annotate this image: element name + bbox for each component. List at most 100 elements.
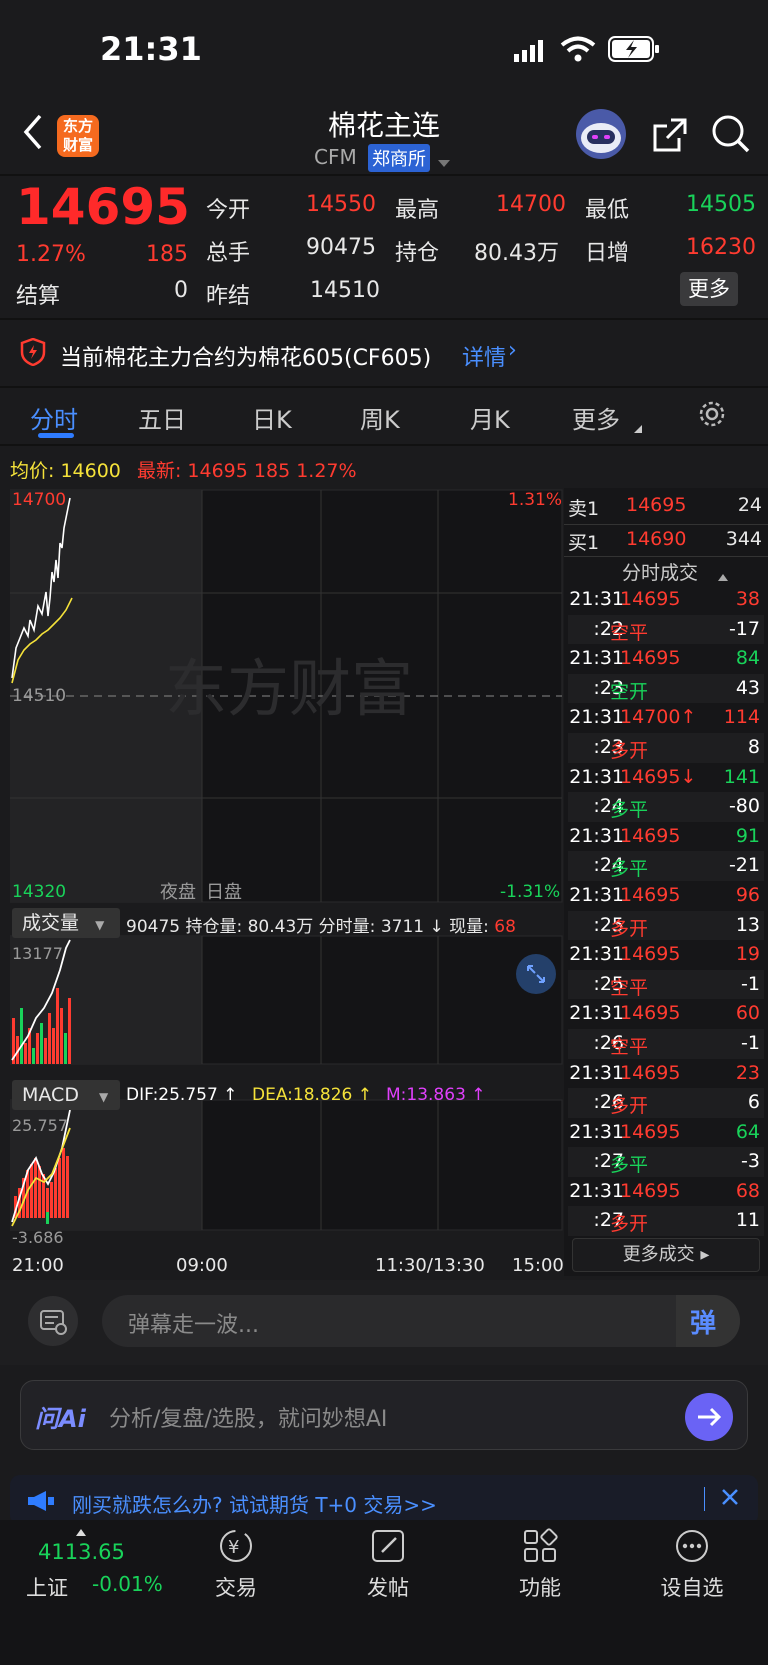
edit-icon: [370, 1528, 448, 1568]
trades-title[interactable]: 分时成交: [622, 558, 698, 585]
low-label: 最低: [585, 198, 630, 223]
nav-post[interactable]: 发帖: [328, 1528, 448, 1602]
tab-more[interactable]: 更多: [572, 400, 620, 435]
exchange-badge: 郑商所: [368, 144, 430, 172]
trade-time: 21:31: [569, 647, 624, 670]
oi-value: 80.43万: [474, 241, 559, 266]
trade-row: :25 多开 13: [568, 910, 764, 941]
settings-gear-icon[interactable]: [696, 398, 728, 434]
ai-logo: 问Ai: [35, 1405, 86, 1433]
trade-row: 21:31 14695 64: [568, 1118, 764, 1148]
svg-text:¥: ¥: [228, 1537, 239, 1558]
ai-send-icon[interactable]: [685, 1393, 733, 1441]
trade-time: 21:31: [569, 824, 624, 847]
caret-up-icon: [718, 566, 728, 585]
trade-row: :24 多平 -21: [568, 851, 764, 881]
tab-intraday[interactable]: 分时: [30, 400, 78, 435]
ask-volume: 24: [737, 494, 762, 516]
nav-watchlist-label: 设自选: [660, 1576, 724, 1600]
volume-max: 13177: [12, 944, 63, 963]
trade-row: 21:31 14695 91: [568, 822, 764, 852]
share-icon[interactable]: [651, 116, 689, 158]
trade-time: 21:31: [569, 943, 624, 966]
wifi-icon: [560, 36, 596, 66]
trade-volume: 96: [735, 883, 760, 906]
trade-row: :22 空平 -17: [568, 614, 764, 645]
tab-weekly-k[interactable]: 周K: [360, 400, 400, 435]
volume-indicator-select[interactable]: 成交量 ▼: [12, 908, 120, 938]
macd-top: 25.757: [12, 1116, 68, 1135]
last-price: 14695: [16, 178, 190, 236]
dropdown-icon: ▼: [95, 918, 105, 932]
battery-icon: [608, 36, 660, 66]
trade-volume: 23: [735, 1061, 760, 1084]
nav-trade[interactable]: ¥ 交易: [176, 1528, 296, 1602]
trade-price: 14695: [620, 588, 681, 610]
ai-input[interactable]: 问Ai 分析/复盘/选股，就问妙想AI: [20, 1380, 748, 1450]
trade-row: :23 多开 8: [568, 732, 764, 763]
trade-price: 空平: [610, 976, 649, 999]
danmu-placeholder: 弹幕走一波...: [128, 1313, 259, 1338]
nav-watchlist[interactable]: 设自选: [632, 1528, 752, 1602]
trade-price: 14695: [620, 1061, 681, 1084]
notice-bar[interactable]: 当前棉花主力合约为棉花605(CF605) 详情 ›: [0, 318, 768, 386]
more-trades-label: 更多成交: [622, 1244, 695, 1265]
dropdown-icon[interactable]: [438, 153, 450, 172]
close-icon[interactable]: [720, 1487, 740, 1511]
notice-detail-link[interactable]: 详情: [462, 340, 506, 372]
trade-volume: 68: [735, 1179, 760, 1202]
search-icon[interactable]: [711, 114, 751, 158]
high-value: 14700: [496, 192, 566, 217]
promo-banner[interactable]: 刚买就跌怎么办? 试试期货 T+0 交易>>: [10, 1475, 758, 1525]
macd-indicator-select[interactable]: MACD ▼: [12, 1080, 120, 1110]
trade-price: 多平: [610, 858, 649, 881]
divider: [564, 524, 768, 525]
latest-pct: 1.27%: [296, 460, 357, 482]
trade-volume: 38: [735, 588, 760, 610]
index-pct[interactable]: -0.01%: [92, 1572, 163, 1596]
settle-label: 结算: [16, 284, 61, 309]
more-trades-button[interactable]: 更多成交 ▸: [572, 1238, 760, 1272]
trade-volume: 60: [735, 1002, 760, 1025]
trade-row: :27 多平 -3: [568, 1147, 764, 1177]
prev-settle-value: 14510: [310, 278, 380, 303]
trade-volume: -1: [741, 1031, 760, 1054]
prev-settle-label: 昨结: [206, 284, 251, 309]
intraday-chart[interactable]: 东方财富: [10, 488, 563, 1283]
robot-avatar-icon[interactable]: [575, 108, 627, 164]
expand-icon[interactable]: [516, 954, 556, 994]
nav-functions[interactable]: 功能: [480, 1528, 600, 1602]
volume-info: 90475 持仓量: 80.43万 分时量: 3711 ↓ 现量: 68: [126, 912, 516, 937]
danmu-input[interactable]: 弹幕走一波... 弹: [102, 1295, 740, 1347]
tab-5day[interactable]: 五日: [138, 400, 186, 435]
open-label: 今开: [206, 198, 251, 223]
danmu-icon: 弹: [690, 1309, 717, 1339]
macd-bottom: -3.686: [12, 1228, 64, 1247]
trade-price: 多平: [610, 799, 649, 822]
trade-time: 21:31: [569, 765, 624, 788]
divider: [0, 174, 768, 176]
more-button[interactable]: 更多: [680, 272, 738, 306]
high-label: 最高: [395, 198, 440, 223]
promo-text: 刚买就跌怎么办? 试试期货 T+0 交易>>: [72, 1493, 437, 1517]
avg-value: 14600: [60, 460, 121, 482]
danmu-settings-icon[interactable]: [28, 1296, 78, 1346]
divider: [0, 444, 768, 446]
trade-volume: 8: [747, 735, 760, 758]
oi-label: 持仓: [395, 241, 440, 266]
tab-monthly-k[interactable]: 月K: [470, 400, 510, 435]
dif-value: DIF:25.757 ↑: [126, 1085, 238, 1105]
danmu-toggle[interactable]: 弹: [676, 1295, 740, 1347]
trade-time: 21:31: [569, 1120, 624, 1143]
index-name[interactable]: 上证: [26, 1572, 68, 1602]
tab-daily-k[interactable]: 日K: [252, 400, 292, 435]
chart-top-pct: 1.31%: [508, 490, 563, 510]
trade-row: 21:31 14695 38: [568, 585, 764, 615]
chart-mid-price: 14510: [12, 686, 67, 706]
bid-price: 14690: [626, 528, 687, 550]
megaphone-icon: [26, 1489, 56, 1517]
chart-top-price: 14700: [12, 490, 67, 510]
contract-code: CFM: [314, 145, 357, 169]
index-value[interactable]: 4113.65: [38, 1540, 125, 1564]
ask-price: 14695: [626, 494, 687, 516]
